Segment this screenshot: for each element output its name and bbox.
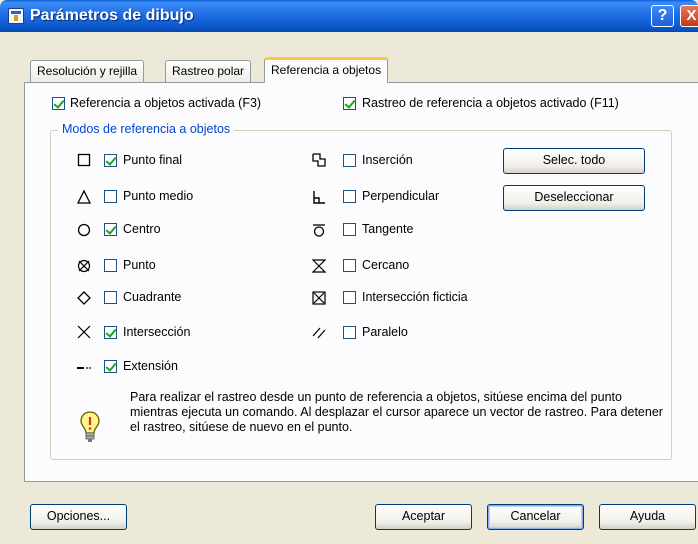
- circle-icon: [76, 222, 92, 238]
- group-title: Modos de referencia a objetos: [58, 122, 235, 136]
- intersection-label: Intersección: [123, 325, 191, 339]
- intersection-checkbox[interactable]: [104, 326, 117, 339]
- insertion-label: Inserción: [362, 153, 413, 167]
- apparent-intersection-icon: [311, 290, 327, 306]
- midpoint-label: Punto medio: [123, 189, 194, 203]
- node-icon: [76, 258, 92, 274]
- select-all-button[interactable]: Selec. todo: [503, 148, 645, 174]
- quadrant-checkbox[interactable]: [104, 291, 117, 304]
- tangent-icon: [311, 222, 327, 238]
- node-checkbox[interactable]: [104, 259, 117, 272]
- window-title: Parámetros de dibujo: [30, 7, 194, 24]
- center-label: Centro: [123, 222, 161, 236]
- tab-polar-tracking[interactable]: Rastreo polar: [165, 60, 252, 82]
- ok-button[interactable]: Aceptar: [375, 504, 472, 530]
- parallel-checkbox[interactable]: [343, 326, 356, 339]
- title-bar[interactable]: Parámetros de dibujo ? X: [0, 0, 698, 32]
- nearest-label: Cercano: [362, 258, 410, 272]
- node-label: Punto: [123, 258, 156, 272]
- extension-icon: [76, 359, 92, 375]
- midpoint-checkbox[interactable]: [104, 190, 117, 203]
- parallel-icon: [311, 324, 327, 340]
- otrack-on-label: Rastreo de referencia a objetos activado…: [362, 96, 619, 110]
- triangle-icon: [76, 189, 92, 205]
- app-icon: [8, 8, 24, 24]
- extension-checkbox[interactable]: [104, 360, 117, 373]
- tangent-checkbox[interactable]: [343, 223, 356, 236]
- quadrant-label: Cuadrante: [123, 290, 182, 304]
- options-button[interactable]: Opciones...: [30, 504, 127, 530]
- apparent-intersection-checkbox[interactable]: [343, 291, 356, 304]
- diamond-icon: [76, 290, 92, 306]
- center-checkbox[interactable]: [104, 223, 117, 236]
- nearest-checkbox[interactable]: [343, 259, 356, 272]
- osnap-on-label: Referencia a objetos activada (F3): [70, 96, 262, 110]
- clear-all-button[interactable]: Deseleccionar: [503, 185, 645, 211]
- parallel-label: Paralelo: [362, 325, 408, 339]
- close-button[interactable]: X: [680, 5, 698, 27]
- tab-resolution-grid[interactable]: Resolución y rejilla: [30, 60, 145, 82]
- osnap-on-checkbox[interactable]: [52, 97, 65, 110]
- endpoint-label: Punto final: [123, 153, 183, 167]
- square-icon: [76, 152, 92, 168]
- lightbulb-icon: [78, 410, 102, 444]
- perpendicular-checkbox[interactable]: [343, 190, 356, 203]
- perpendicular-icon: [311, 189, 327, 205]
- perpendicular-label: Perpendicular: [362, 189, 440, 203]
- info-text: Para realizar el rastreo desde un punto …: [130, 390, 663, 434]
- insertion-checkbox[interactable]: [343, 154, 356, 167]
- apparent-intersection-label: Intersección ficticia: [362, 290, 468, 304]
- extension-label: Extensión: [123, 359, 178, 373]
- cancel-button[interactable]: Cancelar: [487, 504, 584, 530]
- nearest-icon: [311, 258, 327, 274]
- insertion-icon: [311, 152, 327, 168]
- tangent-label: Tangente: [362, 222, 414, 236]
- help-title-button[interactable]: ?: [651, 5, 674, 27]
- otrack-on-checkbox[interactable]: [343, 97, 356, 110]
- endpoint-checkbox[interactable]: [104, 154, 117, 167]
- cross-icon: [76, 324, 92, 340]
- help-button[interactable]: Ayuda: [599, 504, 696, 530]
- tab-object-snap[interactable]: Referencia a objetos: [264, 57, 389, 83]
